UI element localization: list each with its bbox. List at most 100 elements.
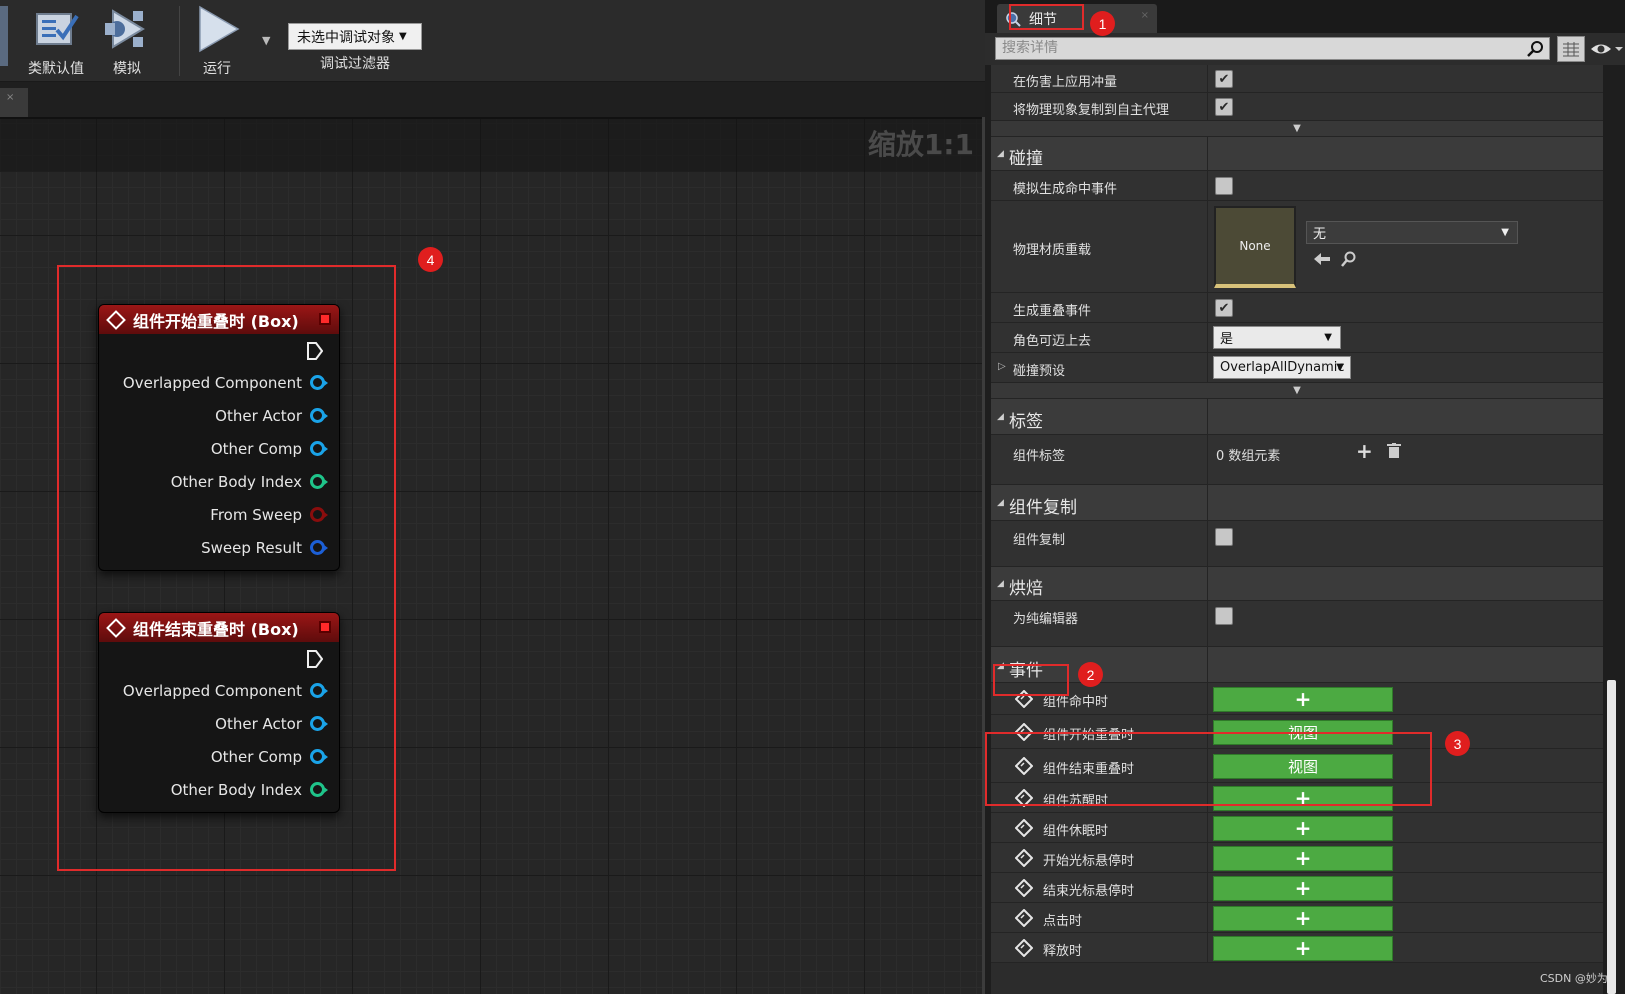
node-title: 组件开始重叠时 (Box): [133, 311, 299, 331]
event-diamond-icon: [1015, 819, 1033, 837]
graph-tab[interactable]: ×: [0, 88, 28, 117]
event-button-label: +: [1294, 786, 1312, 810]
category-tags[interactable]: ◢ 标签: [991, 399, 1603, 435]
event-label: 释放时: [1043, 944, 1083, 959]
material-thumbnail[interactable]: None: [1214, 206, 1296, 288]
property-row: 生成重叠事件 ✔: [991, 293, 1603, 323]
output-pin[interactable]: Overlapped Component: [99, 366, 339, 399]
class-defaults-button[interactable]: 类默认值: [26, 4, 86, 78]
exec-pin-icon[interactable]: [307, 650, 323, 668]
browse-search-icon[interactable]: [1341, 251, 1357, 267]
object-pin-icon[interactable]: [310, 683, 328, 698]
replicate-physics-checkbox[interactable]: ✔: [1215, 98, 1233, 116]
collapse-triangle-icon: ◢: [997, 579, 1004, 589]
use-selected-arrow-icon[interactable]: [1313, 251, 1331, 267]
details-scrollbar[interactable]: [1607, 680, 1616, 994]
chevron-down-icon: ▼: [1324, 332, 1332, 343]
integer-pin-icon[interactable]: [310, 782, 328, 797]
simulate-button[interactable]: 模拟: [100, 4, 154, 78]
can-step-up-select[interactable]: 是 ▼: [1213, 326, 1341, 349]
debug-object-select[interactable]: 未选中调试对象 ▼: [288, 23, 422, 50]
add-element-plus-icon[interactable]: +: [1356, 439, 1373, 463]
event-button-label: +: [1294, 687, 1312, 711]
details-search-input[interactable]: 搜索详情: [995, 37, 1550, 60]
node-header[interactable]: 组件开始重叠时 (Box): [99, 305, 339, 334]
category-collision[interactable]: ◢ 碰撞: [991, 137, 1603, 171]
event-label: 组件休眠时: [1043, 824, 1109, 839]
add-event-button[interactable]: +: [1213, 686, 1393, 712]
struct-pin-icon[interactable]: [310, 540, 328, 555]
details-tab-label: 细节: [1029, 11, 1057, 28]
property-row: 在伤害上应用冲量 ✔: [991, 65, 1603, 93]
phys-material-select[interactable]: 无 ▼: [1306, 221, 1518, 244]
output-pin[interactable]: Other Actor: [99, 707, 339, 740]
run-options-chevron-down-icon[interactable]: ▼: [262, 34, 278, 48]
category-cooking[interactable]: ◢ 烘焙: [991, 567, 1603, 601]
exec-pin-icon[interactable]: [307, 342, 323, 360]
output-pin[interactable]: Other Body Index: [99, 465, 339, 498]
property-row: 组件标签 0 数组元素 +: [991, 435, 1603, 485]
view-options-button[interactable]: [1589, 38, 1623, 60]
property-label: 将物理现象复制到自主代理: [1013, 103, 1170, 118]
add-event-button[interactable]: +: [1213, 845, 1393, 871]
component-replicates-checkbox[interactable]: [1215, 528, 1233, 546]
boolean-pin-icon[interactable]: [310, 507, 328, 522]
ue-blueprint-editor: 类默认值 模拟 运行 ▼ 未选中调试对象 ▼ 调试过滤器 × 缩放1:1 组件开…: [0, 0, 1625, 994]
view-event-button[interactable]: 视图: [1213, 719, 1393, 745]
property-row: 物理材质重载 None 无 ▼: [991, 201, 1603, 293]
trash-icon[interactable]: [1387, 443, 1401, 459]
editor-only-checkbox[interactable]: [1215, 607, 1233, 625]
output-pin[interactable]: Other Body Index: [99, 773, 339, 806]
run-label: 运行: [203, 61, 231, 77]
sim-hit-events-checkbox[interactable]: [1215, 177, 1233, 195]
output-pin[interactable]: Sweep Result: [99, 531, 339, 564]
search-icon[interactable]: [1527, 40, 1545, 58]
view-event-button[interactable]: 视图: [1213, 753, 1393, 779]
event-node-end-overlap[interactable]: 组件结束重叠时 (Box) Overlapped Component Other…: [98, 612, 340, 813]
gen-overlap-checkbox[interactable]: ✔: [1215, 299, 1233, 317]
delegate-pin-icon[interactable]: [319, 313, 331, 325]
integer-pin-icon[interactable]: [310, 474, 328, 489]
output-pin[interactable]: From Sweep: [99, 498, 339, 531]
toolbar: 类默认值 模拟 运行 ▼ 未选中调试对象 ▼ 调试过滤器: [0, 0, 985, 82]
material-thumbnail-label: None: [1239, 239, 1271, 253]
pin-label: Other Comp: [210, 439, 302, 458]
add-event-button[interactable]: +: [1213, 875, 1393, 901]
compile-button-edge[interactable]: [0, 6, 8, 66]
add-event-button[interactable]: +: [1213, 905, 1393, 931]
event-label: 点击时: [1043, 914, 1083, 929]
property-label: 组件复制: [1013, 533, 1066, 548]
object-pin-icon[interactable]: [310, 408, 328, 423]
add-event-button[interactable]: +: [1213, 815, 1393, 841]
apply-impulse-checkbox[interactable]: ✔: [1215, 70, 1233, 88]
object-pin-icon[interactable]: [310, 441, 328, 456]
add-event-button[interactable]: +: [1213, 935, 1393, 961]
property-matrix-button[interactable]: [1557, 36, 1585, 62]
output-pin[interactable]: Other Comp: [99, 740, 339, 773]
category-replication[interactable]: ◢ 组件复制: [991, 485, 1603, 521]
node-header[interactable]: 组件结束重叠时 (Box): [99, 613, 339, 642]
output-pin[interactable]: Overlapped Component: [99, 674, 339, 707]
expand-triangle-icon[interactable]: ▷: [998, 361, 1006, 372]
property-label: 组件标签: [1013, 449, 1066, 464]
event-diamond-icon: [1015, 789, 1033, 807]
event-node-begin-overlap[interactable]: 组件开始重叠时 (Box) Overlapped Component Other…: [98, 304, 340, 571]
details-panel: 细节 × 搜索详情 在伤害上应用冲量 ✔ 将物理现象复制到自主代理 ✔ ▼ ◢ …: [985, 0, 1625, 994]
annotation-badge: 1: [1090, 11, 1115, 36]
object-pin-icon[interactable]: [310, 375, 328, 390]
close-icon[interactable]: ×: [6, 92, 14, 103]
object-pin-icon[interactable]: [310, 749, 328, 764]
output-pin[interactable]: Other Comp: [99, 432, 339, 465]
run-button[interactable]: 运行: [190, 4, 244, 78]
object-pin-icon[interactable]: [310, 716, 328, 731]
details-tab[interactable]: 细节 ×: [997, 4, 1157, 33]
event-graph-canvas[interactable]: 缩放1:1 组件开始重叠时 (Box) Overlapped Component…: [0, 117, 982, 994]
collision-preset-select[interactable]: OverlapAllDynamic ▼: [1213, 356, 1351, 379]
advanced-expander-icon[interactable]: ▼: [991, 121, 1603, 137]
close-icon[interactable]: ×: [1141, 10, 1149, 21]
delegate-pin-icon[interactable]: [319, 621, 331, 633]
advanced-expander-icon[interactable]: ▼: [991, 383, 1603, 399]
property-label: 为纯编辑器: [1013, 612, 1079, 627]
output-pin[interactable]: Other Actor: [99, 399, 339, 432]
add-event-button[interactable]: +: [1213, 785, 1393, 811]
